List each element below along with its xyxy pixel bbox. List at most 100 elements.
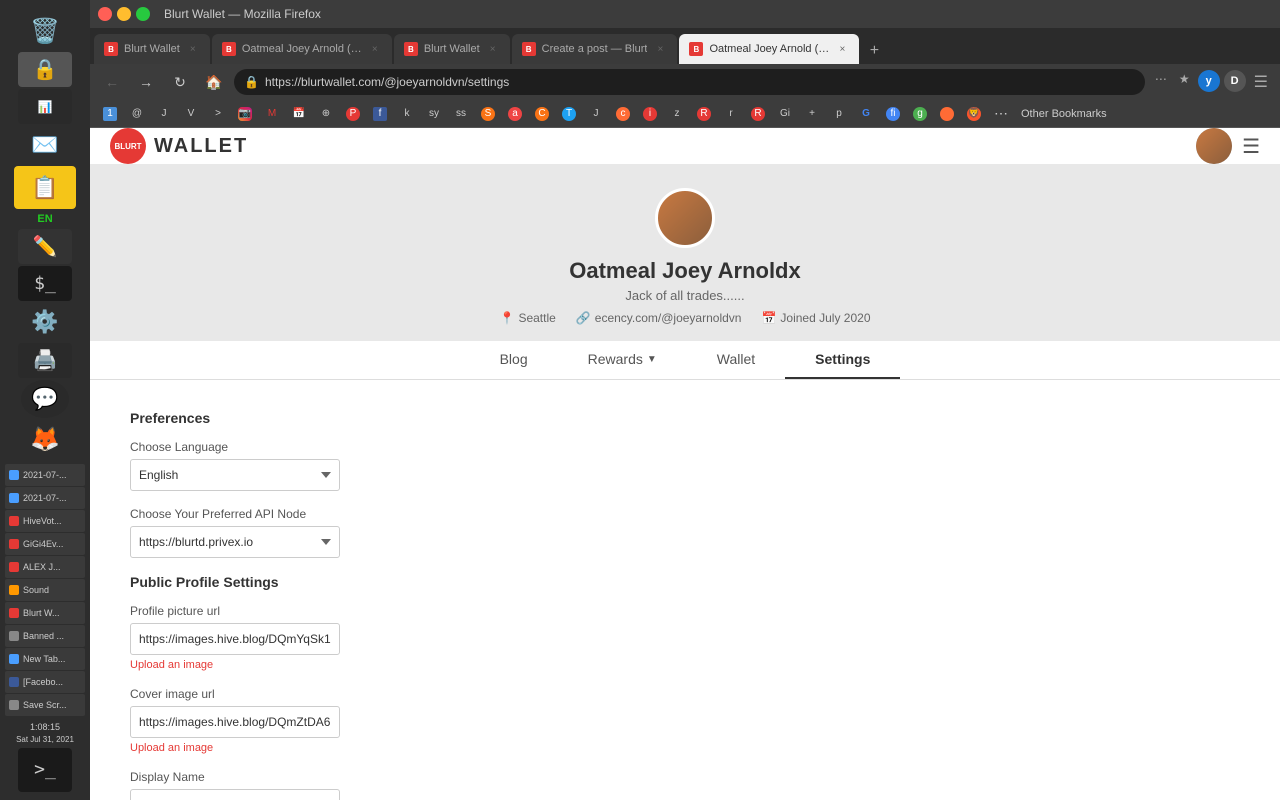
bookmark-1[interactable]: 1 (98, 105, 122, 123)
tab-close-5[interactable]: × (835, 42, 849, 56)
script-icon[interactable]: >_ (18, 748, 72, 792)
taskbar-item-blurt[interactable]: Blurt W... (5, 602, 85, 624)
notes-icon[interactable]: 📋 (14, 166, 76, 209)
taskbar-item-9[interactable]: New Tab... (5, 648, 85, 670)
bookmark-peakd[interactable]: P (341, 105, 365, 123)
bookmark-ss[interactable]: ss (449, 105, 473, 123)
bookmark-jj[interactable]: J (584, 105, 608, 123)
trash-icon[interactable]: 🗑️ (21, 12, 69, 50)
cover-image-upload-link[interactable]: Upload an image (130, 742, 1240, 754)
taskbar-item-1[interactable]: 2021-07-... (5, 464, 85, 486)
bookmark-T[interactable]: T (557, 105, 581, 123)
taskbar-item-11[interactable]: Save Scr... (5, 694, 85, 716)
browser-tab-4[interactable]: B Create a post — Blurt × (512, 34, 678, 64)
display-name-input[interactable] (130, 789, 340, 800)
bookmark-gmail[interactable]: M (260, 105, 284, 123)
taskbar-item-8[interactable]: Banned ... (5, 625, 85, 647)
bookmark-google[interactable]: G (854, 105, 878, 123)
tab-close-4[interactable]: × (653, 42, 667, 56)
browser-tab-5[interactable]: B Oatmeal Joey Arnold (@... × (679, 34, 859, 64)
bookmark-s[interactable]: S (476, 105, 500, 123)
cover-image-input[interactable] (130, 706, 340, 738)
bookmark-hi[interactable]: i (638, 105, 662, 123)
terminal-icon[interactable]: $_ (18, 266, 72, 301)
header-menu-button[interactable]: ☰ (1242, 134, 1260, 159)
bookmark-a[interactable]: a (503, 105, 527, 123)
bookmark-sy[interactable]: sy (422, 105, 446, 123)
bookmark-c[interactable]: C (530, 105, 554, 123)
bookmark-R2[interactable]: R (746, 105, 770, 123)
tab-rewards[interactable]: Rewards ▼ (558, 341, 687, 379)
browser-tab-1[interactable]: B Blurt Wallet × (94, 34, 210, 64)
taskbar-item-10[interactable]: [Facebo... (5, 671, 85, 693)
profile-picture-input[interactable] (130, 623, 340, 655)
language-select[interactable]: English (130, 459, 340, 491)
bookmark-4[interactable]: V (179, 105, 203, 123)
bookmark-g2[interactable]: g (908, 105, 932, 123)
bookmark-R1[interactable]: R (692, 105, 716, 123)
new-tab-button[interactable]: + (861, 38, 887, 64)
minimize-button[interactable] (117, 7, 131, 21)
bookmark-cc[interactable]: c (611, 105, 635, 123)
system-monitor-icon[interactable]: 📊 (18, 89, 72, 124)
bookmark-other[interactable]: ⊕ (314, 105, 338, 123)
taskbar-item-3[interactable]: HiveVot... (5, 510, 85, 532)
bookmark-other-bookmarks[interactable]: Other Bookmarks (1016, 106, 1112, 122)
bookmark-fb[interactable]: f (368, 105, 392, 123)
bookmark-fi[interactable]: fi (881, 105, 905, 123)
extensions-button[interactable]: ⋯ (1151, 70, 1171, 94)
tab-close-1[interactable]: × (186, 42, 200, 56)
taskbar-item-2[interactable]: 2021-07-... (5, 487, 85, 509)
firefox-icon[interactable]: 🦊 (21, 420, 69, 458)
reload-button[interactable]: ↻ (166, 68, 194, 96)
browser-tab-2[interactable]: B Oatmeal Joey Arnold (@... × (212, 34, 392, 64)
tab-wallet[interactable]: Wallet (687, 341, 785, 379)
tab-favicon-3: B (404, 42, 418, 56)
stylus-icon[interactable]: ✏️ (18, 229, 72, 264)
bookmark-Gi[interactable]: Gi (773, 105, 797, 123)
profile-bio: Jack of all trades...... (625, 288, 744, 303)
bookmark-k[interactable]: k (395, 105, 419, 123)
taskbar-item-sound[interactable]: Sound (5, 579, 85, 601)
bookmark-dots[interactable]: ⋯ (989, 103, 1013, 124)
profile-website: 🔗 ecency.com/@joeyarnoldvn (576, 311, 742, 325)
menu-button[interactable]: ☰ (1250, 70, 1272, 94)
bookmark-z[interactable]: z (665, 105, 689, 123)
public-profile-title: Public Profile Settings (130, 574, 1240, 590)
bookmark-instagram[interactable]: 📷 (233, 105, 257, 123)
bookmark-2[interactable]: @ (125, 105, 149, 123)
tab-close-2[interactable]: × (368, 42, 382, 56)
mail-icon[interactable]: ✉️ (21, 126, 69, 164)
taskbar-item-4[interactable]: GiGi4Ev... (5, 533, 85, 555)
chat-icon[interactable]: 💬 (21, 380, 69, 418)
api-select[interactable]: https://blurtd.privex.io (130, 526, 340, 558)
bookmark-r[interactable]: r (719, 105, 743, 123)
close-button[interactable] (98, 7, 112, 21)
bookmark-5[interactable]: > (206, 105, 230, 123)
forward-button[interactable]: → (132, 68, 160, 96)
account-button[interactable]: D (1224, 70, 1246, 92)
home-button[interactable]: 🏠 (200, 68, 228, 96)
bookmark-brave[interactable]: 🦁 (962, 105, 986, 123)
bookmark-plus[interactable]: + (800, 105, 824, 123)
bookmark-orange-dot[interactable] (935, 105, 959, 123)
browser-tab-3[interactable]: B Blurt Wallet × (394, 34, 510, 64)
bookmark-p[interactable]: p (827, 105, 851, 123)
lock-icon[interactable]: 🔒 (18, 52, 72, 87)
tab-settings[interactable]: Settings (785, 341, 900, 379)
bookmark-star[interactable]: ★ (1175, 70, 1194, 94)
back-button[interactable]: ← (98, 68, 126, 96)
profile-button[interactable]: y (1198, 70, 1220, 92)
tab-close-3[interactable]: × (486, 42, 500, 56)
taskbar-item-5[interactable]: ALEX J... (5, 556, 85, 578)
profile-picture-upload-link[interactable]: Upload an image (130, 659, 1240, 671)
wallet-logo: BLURT WALLET (110, 128, 248, 164)
settings-icon[interactable]: ⚙️ (21, 303, 69, 341)
address-bar[interactable]: 🔒 https://blurtwallet.com/@joeyarnoldvn/… (234, 69, 1145, 95)
maximize-button[interactable] (136, 7, 150, 21)
bookmark-calendar[interactable]: 📅 (287, 105, 311, 123)
tab-blog[interactable]: Blog (470, 341, 558, 379)
scanner-icon[interactable]: 🖨️ (18, 343, 72, 378)
bookmark-3[interactable]: J (152, 105, 176, 123)
page-content: BLURT WALLET ☰ Oatmeal Joey Arnoldx Jack… (90, 128, 1280, 800)
